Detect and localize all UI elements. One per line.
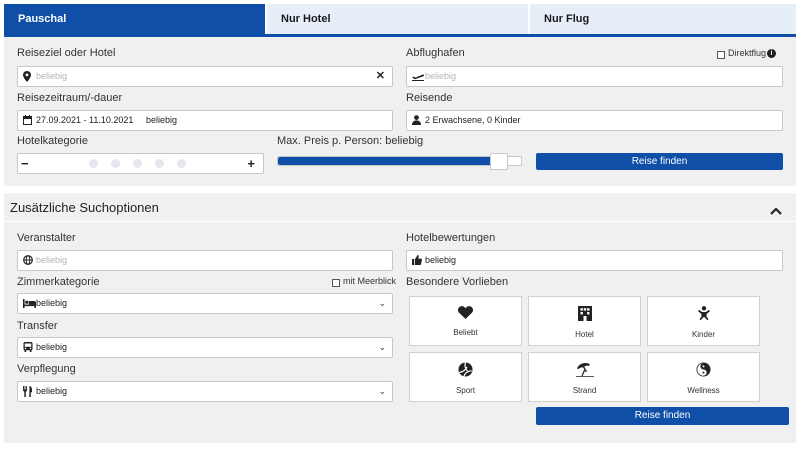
preference-label: Hotel: [575, 330, 594, 339]
organizer-placeholder: beliebig: [36, 255, 68, 265]
ball-icon: [410, 362, 521, 380]
travel-period-label: Reisezeitraum/-dauer: [17, 92, 123, 104]
calendar-icon: [23, 111, 32, 130]
preference-label: Strand: [572, 386, 597, 395]
star-dot[interactable]: [89, 159, 98, 168]
heart-icon: [410, 306, 521, 322]
chevron-down-icon: ⌄: [378, 342, 386, 352]
travel-period-dates: 27.09.2021 - 11.10.2021: [36, 115, 134, 125]
catering-value: beliebig: [36, 386, 68, 396]
destination-label: Reiseziel oder Hotel: [17, 47, 116, 59]
chevron-down-icon: ⌄: [378, 298, 386, 308]
max-price-label: Max. Preis p. Person: beliebig: [277, 135, 424, 147]
room-category-value: beliebig: [36, 298, 68, 308]
direct-flight-checkbox[interactable]: [717, 51, 725, 59]
star-dot[interactable]: [177, 159, 186, 168]
preference-label: Sport: [455, 386, 476, 395]
person-icon: [412, 111, 421, 130]
star-dot[interactable]: [133, 159, 142, 168]
travelers-value: 2 Erwachsene, 0 Kinder: [425, 115, 521, 125]
beach-umbrella-icon: [529, 362, 640, 380]
departure-placeholder: beliebig: [425, 71, 457, 81]
search-button-extra[interactable]: Reise finden: [536, 407, 789, 425]
hotel-ratings-value: beliebig: [425, 255, 457, 265]
tab-nur-flug[interactable]: Nur Flug: [530, 4, 796, 34]
departure-label: Abflughafen: [406, 47, 465, 59]
transfer-label: Transfer: [17, 320, 58, 332]
preference-tile-hotel[interactable]: Hotel: [528, 296, 641, 346]
chevron-down-icon: ⌄: [378, 386, 386, 396]
child-icon: [648, 306, 759, 324]
travelers-label: Reisende: [406, 92, 453, 104]
preference-tile-beliebt[interactable]: Beliebt: [409, 296, 522, 346]
travel-period-input[interactable]: 27.09.2021 - 11.10.2021 beliebig: [17, 110, 393, 131]
clear-icon[interactable]: ✕: [376, 67, 385, 86]
bed-icon: [23, 294, 36, 313]
travel-period-duration: beliebig: [145, 115, 177, 125]
yin-yang-icon: [648, 362, 759, 380]
hotel-ratings-input[interactable]: beliebig: [406, 250, 783, 271]
preference-label: Kinder: [691, 330, 716, 339]
preferences-label: Besondere Vorlieben: [406, 276, 509, 288]
slider-fill: [278, 157, 506, 165]
star-dot[interactable]: [155, 159, 164, 168]
catering-select[interactable]: beliebig ⌄: [17, 381, 393, 402]
preference-tile-wellness[interactable]: Wellness: [647, 352, 760, 402]
travelers-input[interactable]: 2 Erwachsene, 0 Kinder: [406, 110, 783, 131]
tab-nur-hotel[interactable]: Nur Hotel: [267, 4, 528, 34]
hotel-category-label: Hotelkategorie: [17, 135, 88, 147]
star-dot[interactable]: [111, 159, 120, 168]
organizer-label: Veranstalter: [17, 232, 76, 244]
preference-label: Wellness: [687, 386, 720, 395]
plus-button[interactable]: +: [247, 154, 255, 173]
transfer-value: beliebig: [36, 342, 68, 352]
plane-takeoff-icon: [412, 67, 425, 86]
catering-label: Verpflegung: [17, 363, 76, 375]
extra-options-title: Zusätzliche Suchoptionen: [10, 200, 159, 215]
preference-tile-kinder[interactable]: Kinder: [647, 296, 760, 346]
destination-placeholder: beliebig: [36, 71, 68, 81]
sea-view-checkbox[interactable]: [332, 279, 340, 287]
preference-label: Beliebt: [453, 328, 478, 337]
info-icon[interactable]: i: [767, 49, 776, 58]
direct-flight-label: Direktflug: [728, 48, 767, 58]
hotel-ratings-label: Hotelbewertungen: [406, 232, 496, 244]
destination-input[interactable]: beliebig ✕: [17, 66, 393, 87]
slider-handle[interactable]: [490, 153, 508, 170]
chevron-up-icon[interactable]: [770, 202, 782, 220]
minus-button[interactable]: −: [21, 154, 29, 173]
organizer-input[interactable]: beliebig: [17, 250, 393, 271]
hotel-category-stepper[interactable]: − +: [17, 153, 264, 174]
hotel-icon: [529, 306, 640, 324]
cutlery-icon: [23, 382, 32, 401]
location-pin-icon: [23, 67, 31, 86]
transfer-select[interactable]: beliebig ⌄: [17, 337, 393, 358]
search-button[interactable]: Reise finden: [536, 153, 783, 170]
globe-icon: [23, 251, 33, 270]
room-category-select[interactable]: beliebig ⌄: [17, 293, 393, 314]
room-category-label: Zimmerkategorie: [17, 276, 100, 288]
sea-view-label: mit Meerblick: [343, 276, 397, 286]
bus-icon: [23, 338, 33, 357]
preference-tile-strand[interactable]: Strand: [528, 352, 641, 402]
tab-pauschal[interactable]: Pauschal: [4, 4, 265, 34]
thumbs-up-icon: [412, 251, 422, 270]
departure-input[interactable]: beliebig: [406, 66, 783, 87]
preference-tile-sport[interactable]: Sport: [409, 352, 522, 402]
max-price-slider[interactable]: [277, 156, 522, 166]
